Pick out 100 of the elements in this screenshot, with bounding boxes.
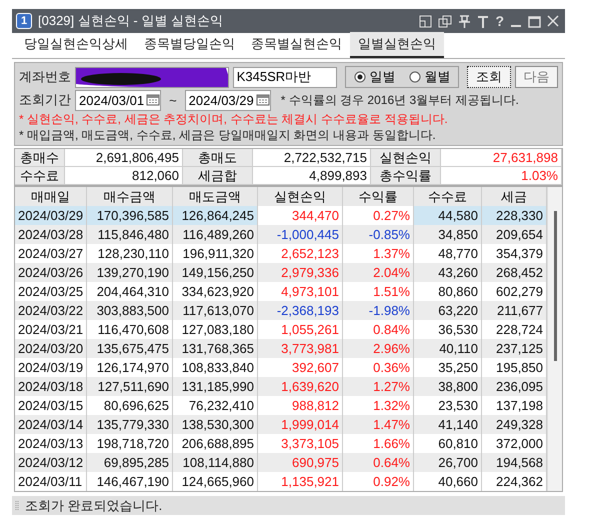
table-cell: 2024/03/29 [15,206,87,225]
table-cell: 131,185,990 [173,377,258,396]
table-cell: 38,800 [414,377,482,396]
date-field[interactable]: 2024/03/29 [184,90,271,110]
radio-label: 월별 [424,68,450,86]
table-cell: 43,260 [414,263,482,282]
table-cell: -2,368,193 [258,301,343,320]
radio-option[interactable]: 일별 [354,68,396,86]
table-cell: 2.04% [343,263,414,282]
table-cell: 237,125 [482,339,547,358]
query-button[interactable]: 조회 [467,66,511,88]
table-cell: 1.47% [343,415,414,434]
account-label: 계좌번호 [19,68,71,86]
radio-icon[interactable] [354,71,366,83]
help-button[interactable]: ? [495,13,504,29]
summary-label: 총수익률 [371,167,441,185]
table-cell: 2024/03/18 [15,377,87,396]
summary-label: 실현손익 [371,149,441,167]
copy-icon[interactable] [438,14,452,28]
table-cell: 135,675,475 [87,339,173,358]
table-cell: 63,220 [414,301,482,320]
table-cell: 2.96% [343,339,414,358]
summary-value: 1.03% [441,167,562,185]
table-cell: 2024/03/20 [15,339,87,358]
column-header[interactable]: 매수금액 [87,187,173,206]
summary-value: 2,722,532,715 [253,149,371,167]
table-cell: -1,000,445 [258,225,343,244]
table-cell: 2,979,336 [258,263,343,282]
table-cell: 149,156,250 [173,263,258,282]
table-cell: 116,489,260 [173,225,258,244]
window-icon[interactable] [419,14,432,28]
radio-option[interactable]: 월별 [409,68,450,86]
table-cell: 117,613,070 [173,301,258,320]
column-header[interactable]: 수익률 [343,187,414,206]
summary-value: 2,691,806,495 [65,149,183,167]
radio-label: 일별 [369,68,396,86]
tab[interactable]: 당일실현손익상세 [16,32,136,58]
table-cell: 131,768,365 [173,339,258,358]
scrollbar-thumb[interactable] [554,211,556,361]
close-icon[interactable] [547,15,559,27]
status-text: 조회가 완료되었습니다. [25,496,162,514]
table-cell: 236,095 [482,377,547,396]
table-cell: 126,864,245 [173,206,258,225]
table-cell: 0.64% [343,453,414,472]
summary-label: 수수료 [15,167,65,185]
tab[interactable]: 일별실현손익 [350,32,444,58]
table-cell: 211,677 [482,301,547,320]
table-cell: 41,140 [414,415,482,434]
date-separator: ~ [168,92,178,108]
column-header[interactable]: 수수료 [414,187,482,206]
column-header[interactable]: 세금 [482,187,547,206]
table-cell: 1,639,620 [258,377,343,396]
tab[interactable]: 종목별당일손익 [136,32,243,58]
table-cell: 40,110 [414,339,482,358]
table-cell: 139,270,190 [87,263,173,282]
grip-icon [15,500,19,512]
account-name-field[interactable]: K345SR마반 [232,66,338,88]
radio-icon[interactable] [409,71,422,83]
table-cell: 268,452 [482,263,547,282]
table-cell: 135,779,330 [87,415,173,434]
table-cell: 303,883,500 [87,301,173,320]
table-cell: 2024/03/22 [15,301,87,320]
table-cell: 1,999,014 [258,415,343,434]
summary-label: 총매수 [15,149,65,167]
period-label: 조회기간 [19,91,71,109]
table-cell: 127,511,690 [87,377,173,396]
summary-value: 4,899,893 [253,167,371,185]
summary-value: 812,060 [65,167,183,185]
date-field[interactable]: 2024/03/01 [75,90,162,110]
text-icon[interactable] [477,14,490,28]
table-cell: 44,580 [414,206,482,225]
window-number: 1 [16,13,32,29]
table-cell: 228,330 [482,206,547,225]
calendar-icon[interactable] [146,94,160,106]
column-header[interactable]: 매매일 [15,187,87,206]
table-cell: 108,114,880 [173,453,258,472]
calendar-icon[interactable] [256,94,270,106]
table-cell: 209,654 [482,225,547,244]
summary-label: 세금합 [183,167,253,185]
table-cell: 2024/03/26 [15,263,87,282]
table-cell: 115,846,480 [87,225,173,244]
column-header[interactable]: 매도금액 [173,187,258,206]
table-cell: 2024/03/14 [15,415,87,434]
table-cell: 194,568 [482,453,547,472]
note-text: * 실현손익, 수수료, 세금은 추정치이며, 수수료는 체결시 수수료율로 적용됩니다. [19,112,449,127]
table-cell: 2024/03/12 [15,453,87,472]
table-cell: -0.85% [343,225,414,244]
table-cell: 170,396,585 [87,206,173,225]
maximize-icon[interactable] [528,14,541,28]
tab[interactable]: 종목별실현손익 [243,32,350,58]
table-cell: -1.98% [343,301,414,320]
table-cell: 1.27% [343,377,414,396]
table-cell: 2024/03/28 [15,225,87,244]
column-header[interactable]: 실현손익 [258,187,343,206]
window-title: [0329] 실현손익 - 일별 실현손익 [38,12,224,30]
pin-icon[interactable] [458,14,472,28]
note-text: * 수익률의 경우 2016년 3월부터 제공됩니다. [280,92,519,108]
next-button[interactable]: 다음 [514,66,558,88]
summary-value: 27,631,898 [441,149,562,167]
summary-label: 총매도 [183,149,253,167]
